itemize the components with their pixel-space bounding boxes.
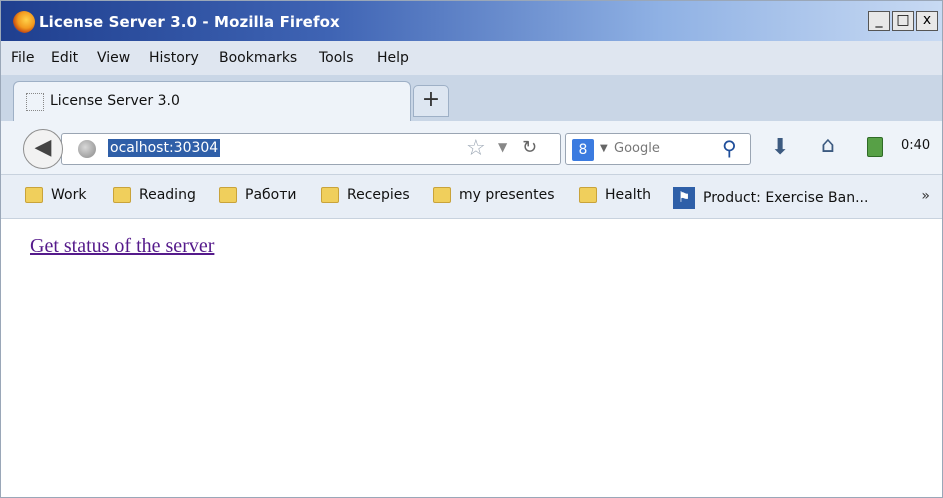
url-input[interactable]: ocalhost:30304 [108,139,221,157]
menu-help[interactable]: Help [377,50,409,66]
menu-bookmarks[interactable]: Bookmarks [219,50,297,66]
bookmark-product-exercise[interactable]: ⚑ Product: Exercise Ban... [673,187,868,209]
browser-window: License Server 3.0 - Mozilla Firefox _ □… [0,0,943,498]
menu-file[interactable]: File [11,50,34,66]
minimize-button[interactable]: _ [868,11,890,31]
bookmark-label: Recepies [347,187,410,203]
menu-history[interactable]: History [149,50,199,66]
tab-strip: License Server 3.0 + [1,75,942,121]
search-engine-dropdown-icon[interactable]: ▼ [600,143,608,154]
tab-label: License Server 3.0 [50,93,180,109]
bookmark-raboti[interactable]: Работи [219,187,296,203]
bookmarks-bar: Work Reading Работи Recepies my presente… [1,175,942,219]
navigation-bar: ocalhost:30304 ☆ ▼ ↻ ◀ 8 ▼ Google ⚲ ⬇ ⌂ … [1,121,942,175]
page-content: Get status of the server [1,219,942,497]
home-icon[interactable]: ⌂ [821,133,835,158]
folder-icon [113,187,131,203]
product-icon: ⚑ [673,187,695,209]
search-input[interactable]: Google [614,141,660,156]
menu-bar: File Edit View History Bookmarks Tools H… [1,41,942,75]
page-favicon-icon [26,93,44,111]
window-title: License Server 3.0 - Mozilla Firefox [39,13,340,31]
bookmark-label: Health [605,187,651,203]
bookmark-label: Reading [139,187,196,203]
menu-tools[interactable]: Tools [319,50,354,66]
title-bar[interactable]: License Server 3.0 - Mozilla Firefox _ □… [1,1,942,41]
folder-icon [321,187,339,203]
download-icon[interactable]: ⬇ [771,135,789,160]
close-button[interactable]: x [916,11,938,31]
tab-license-server[interactable]: License Server 3.0 [13,81,411,121]
folder-icon [579,187,597,203]
globe-icon[interactable] [78,140,96,158]
get-status-link[interactable]: Get status of the server [30,235,214,258]
reload-icon[interactable]: ↻ [522,137,537,158]
maximize-button[interactable]: □ [892,11,914,31]
firefox-logo-icon [13,11,35,33]
bookmark-label: Работи [245,187,297,203]
bookmarks-overflow-icon[interactable]: » [921,188,930,204]
bookmark-my-presentes[interactable]: my presentes [433,187,555,203]
back-arrow-icon: ◀ [34,135,52,160]
folder-icon [433,187,451,203]
new-tab-button[interactable]: + [413,85,449,117]
bookmark-health[interactable]: Health [579,187,651,203]
menu-view[interactable]: View [97,50,130,66]
clock-readout: 0:40 [901,138,931,153]
back-button[interactable]: ◀ [23,129,63,169]
menu-edit[interactable]: Edit [51,50,78,66]
search-bar[interactable]: 8 ▼ Google ⚲ [565,133,751,165]
window-controls: _ □ x [868,11,938,31]
url-bar[interactable]: ocalhost:30304 ☆ ▼ ↻ [61,133,561,165]
magnifier-icon[interactable]: ⚲ [722,136,737,160]
google-engine-icon[interactable]: 8 [572,139,594,161]
bookmark-label: Work [51,187,87,203]
star-icon[interactable]: ☆ [466,136,486,161]
addon-icon[interactable] [867,137,883,157]
bookmark-recepies[interactable]: Recepies [321,187,410,203]
folder-icon [25,187,43,203]
bookmark-reading[interactable]: Reading [113,187,196,203]
bookmark-label: my presentes [459,187,555,203]
bookmark-label: Product: Exercise Ban... [703,190,869,206]
folder-icon [219,187,237,203]
url-dropdown-icon[interactable]: ▼ [498,140,507,154]
bookmark-work[interactable]: Work [25,187,86,203]
